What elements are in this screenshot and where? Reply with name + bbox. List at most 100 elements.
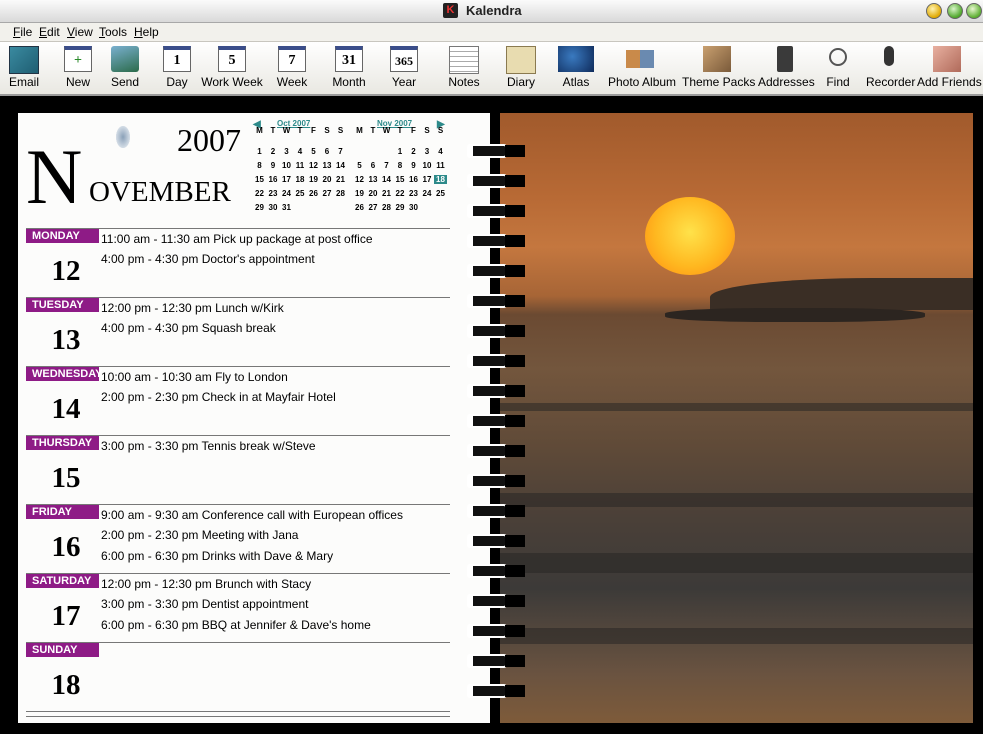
mini-calendar-date[interactable]: 21 <box>380 189 393 198</box>
mini-calendar-date[interactable]: 31 <box>280 203 293 212</box>
mini-calendar-date[interactable]: 5 <box>307 147 320 156</box>
close-button[interactable] <box>966 3 982 19</box>
appointment-entry[interactable]: 3:00 pm - 3:30 pm Dentist appointment <box>101 597 308 611</box>
mini-calendar-date[interactable]: 2 <box>407 147 420 156</box>
menu-view[interactable]: View <box>67 25 93 39</box>
mini-calendar-date[interactable]: 22 <box>253 189 266 198</box>
menu-edit[interactable]: Edit <box>39 25 60 39</box>
day-view-button[interactable]: 1 Day <box>157 44 197 92</box>
mini-calendar-date[interactable]: 6 <box>321 147 334 156</box>
mini-calendar-date[interactable]: 17 <box>280 175 293 184</box>
mini-calendar-date[interactable]: 7 <box>334 147 347 156</box>
mini-calendar-date[interactable]: 8 <box>253 161 266 170</box>
menu-help[interactable]: Help <box>134 25 159 39</box>
mini-calendar-date[interactable]: 8 <box>394 161 407 170</box>
mini-calendar-date[interactable]: 24 <box>280 189 293 198</box>
mini-calendar-date[interactable]: 7 <box>380 161 393 170</box>
appointment-entry[interactable]: 4:00 pm - 4:30 pm Squash break <box>101 321 276 335</box>
mini-calendar-date[interactable]: 16 <box>267 175 280 184</box>
photo-album-button[interactable]: Photo Album <box>608 44 676 92</box>
mini-calendar-date[interactable]: 30 <box>407 203 420 212</box>
mini-calendar-date[interactable]: 19 <box>307 175 320 184</box>
appointment-entry[interactable]: 9:00 am - 9:30 am Conference call with E… <box>101 508 403 522</box>
mini-calendar-date[interactable]: 14 <box>334 161 347 170</box>
day-block-friday[interactable]: FRIDAY 16 9:00 am - 9:30 am Conference cal… <box>26 504 450 574</box>
send-button[interactable]: Send <box>104 44 146 92</box>
mini-calendar-date[interactable]: 27 <box>367 203 380 212</box>
mini-calendar-date[interactable]: 1 <box>394 147 407 156</box>
atlas-button[interactable]: Atlas <box>556 44 596 92</box>
mini-calendar-date[interactable]: 9 <box>267 161 280 170</box>
day-block-wednesday[interactable]: WEDNESDAY 14 10:00 am - 10:30 am Fly to Lo… <box>26 366 450 436</box>
month-button[interactable]: 31 Month <box>328 44 370 92</box>
mini-calendar-date[interactable]: 4 <box>294 147 307 156</box>
mini-calendar-date[interactable]: 27 <box>321 189 334 198</box>
mini-calendar-date[interactable]: 12 <box>307 161 320 170</box>
mini-calendar-date[interactable]: 13 <box>321 161 334 170</box>
new-button[interactable]: + New <box>58 44 98 92</box>
year-button[interactable]: 365 Year <box>384 44 424 92</box>
appointment-entry[interactable]: 6:00 pm - 6:30 pm Drinks with Dave & Mar… <box>101 549 333 563</box>
mini-calendar-date[interactable]: 9 <box>407 161 420 170</box>
menu-file[interactable]: File <box>13 25 32 39</box>
mini-calendar-date[interactable]: 15 <box>253 175 266 184</box>
mini-calendar-date[interactable]: 5 <box>353 161 366 170</box>
find-button[interactable]: Find <box>820 44 856 92</box>
mini-calendar-date[interactable]: 3 <box>421 147 434 156</box>
day-block-sunday[interactable]: SUNDAY 18 <box>26 642 450 712</box>
menu-tools[interactable]: Tools <box>99 25 127 39</box>
mini-calendar-date[interactable]: 11 <box>294 161 307 170</box>
mini-calendar-date[interactable]: 23 <box>267 189 280 198</box>
email-button[interactable]: Email <box>4 44 44 92</box>
mini-calendar-date[interactable]: 10 <box>280 161 293 170</box>
mini-calendar-date[interactable]: 16 <box>407 175 420 184</box>
mini-calendar-date[interactable]: 25 <box>294 189 307 198</box>
appointment-entry[interactable]: 2:00 pm - 2:30 pm Check in at Mayfair Ho… <box>101 390 336 404</box>
mini-calendar-date[interactable]: 21 <box>334 175 347 184</box>
mini-calendar-date[interactable]: 25 <box>434 189 447 198</box>
mini-calendar-date[interactable]: 28 <box>380 203 393 212</box>
day-block-tuesday[interactable]: TUESDAY 13 12:00 pm - 12:30 pm Lunch w/Kir… <box>26 297 450 367</box>
mini-calendar-date[interactable]: 15 <box>394 175 407 184</box>
mini-calendar-date[interactable]: 24 <box>421 189 434 198</box>
mini-calendar-date[interactable]: 3 <box>280 147 293 156</box>
appointment-entry[interactable]: 4:00 pm - 4:30 pm Doctor's appointment <box>101 252 315 266</box>
mini-calendar-date[interactable]: 17 <box>421 175 434 184</box>
day-block-thursday[interactable]: THURSDAY 15 3:00 pm - 3:30 pm Tennis break… <box>26 435 450 505</box>
mini-calendar-date[interactable]: 29 <box>394 203 407 212</box>
mini-calendar-date[interactable]: 28 <box>334 189 347 198</box>
mini-calendar-date[interactable]: 12 <box>353 175 366 184</box>
appointment-entry[interactable]: 10:00 am - 10:30 am Fly to London <box>101 370 288 384</box>
appointment-entry[interactable]: 12:00 pm - 12:30 pm Lunch w/Kirk <box>101 301 284 315</box>
day-block-monday[interactable]: MONDAY 12 11:00 am - 11:30 am Pick up pack… <box>26 228 450 298</box>
appointment-entry[interactable]: 2:00 pm - 2:30 pm Meeting with Jana <box>101 528 298 542</box>
appointment-entry[interactable]: 12:00 pm - 12:30 pm Brunch with Stacy <box>101 577 311 591</box>
mini-calendar-date[interactable]: 10 <box>421 161 434 170</box>
mini-calendar-date[interactable]: 11 <box>434 161 447 170</box>
mini-calendar-date[interactable]: 20 <box>367 189 380 198</box>
mini-calendar-date[interactable]: 14 <box>380 175 393 184</box>
notes-button[interactable]: Notes <box>444 44 484 92</box>
diary-button[interactable]: Diary <box>501 44 541 92</box>
mini-calendar-date[interactable]: 26 <box>307 189 320 198</box>
mini-calendar-date[interactable]: 30 <box>267 203 280 212</box>
mini-calendar-date[interactable]: 19 <box>353 189 366 198</box>
maximize-button[interactable] <box>947 3 963 19</box>
addresses-button[interactable]: Addresses <box>758 44 815 92</box>
appointment-entry[interactable]: 3:00 pm - 3:30 pm Tennis break w/Steve <box>101 439 316 453</box>
appointment-entry[interactable]: 6:00 pm - 6:30 pm BBQ at Jennifer & Dave… <box>101 618 371 632</box>
mini-calendar-date[interactable]: 18 <box>294 175 307 184</box>
mini-calendar-date[interactable]: 1 <box>253 147 266 156</box>
theme-packs-button[interactable]: Theme Packs <box>682 44 755 92</box>
add-friends-button[interactable]: Add Friends <box>917 44 982 92</box>
mini-calendar-date[interactable]: 13 <box>367 175 380 184</box>
day-block-saturday[interactable]: SATURDAY 17 12:00 pm - 12:30 pm Brunch wit… <box>26 573 450 643</box>
mini-calendar-date[interactable]: 23 <box>407 189 420 198</box>
appointment-entry[interactable]: 11:00 am - 11:30 am Pick up package at p… <box>101 232 373 246</box>
work-week-button[interactable]: 5 Work Week <box>200 44 264 92</box>
mini-calendar-date[interactable]: 18 <box>434 175 447 184</box>
mini-calendar-date[interactable]: 20 <box>321 175 334 184</box>
week-button[interactable]: 7 Week <box>272 44 312 92</box>
mini-calendar-date[interactable]: 2 <box>267 147 280 156</box>
recorder-button[interactable]: Recorder <box>866 44 915 92</box>
